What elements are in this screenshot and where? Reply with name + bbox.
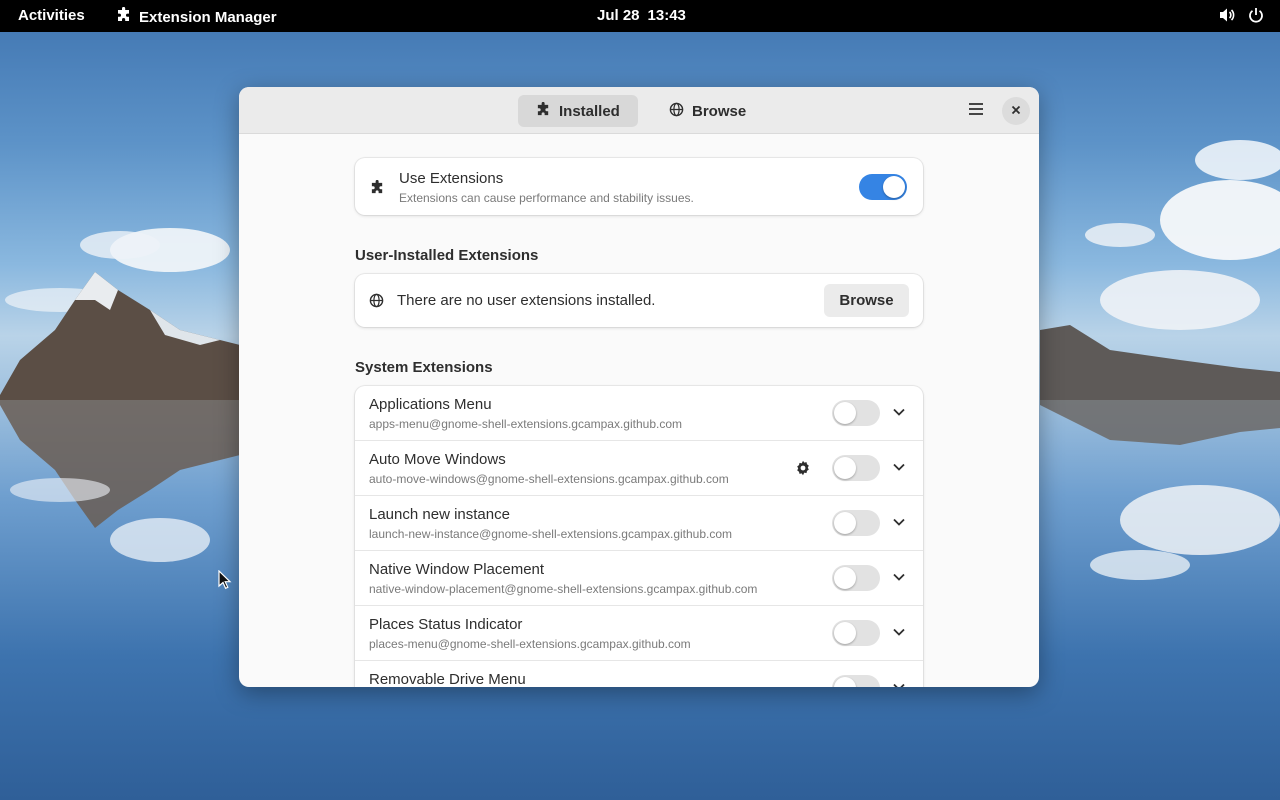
extension-toggle[interactable] bbox=[832, 455, 880, 481]
extension-uuid: native-window-placement@gnome-shell-exte… bbox=[369, 582, 758, 596]
gear-icon[interactable] bbox=[795, 460, 811, 481]
top-bar: Activities Extension Manager Jul 28 13:4… bbox=[0, 0, 1280, 32]
puzzle-icon bbox=[116, 6, 132, 27]
tab-installed-label: Installed bbox=[559, 102, 620, 120]
user-extensions-heading: User-Installed Extensions bbox=[355, 247, 539, 264]
use-extensions-switch[interactable] bbox=[859, 174, 907, 200]
chevron-down-icon[interactable] bbox=[892, 625, 906, 644]
no-user-extensions-text: There are no user extensions installed. bbox=[397, 292, 656, 309]
puzzle-icon bbox=[536, 101, 551, 121]
extension-name: Removable Drive Menu bbox=[369, 671, 526, 687]
clock[interactable]: Jul 28 13:43 bbox=[597, 7, 686, 24]
extension-row-launch-new-instance[interactable]: Launch new instance launch-new-instance@… bbox=[355, 496, 923, 551]
extension-name: Applications Menu bbox=[369, 396, 492, 413]
extension-uuid: apps-menu@gnome-shell-extensions.gcampax… bbox=[369, 417, 683, 431]
chevron-down-icon[interactable] bbox=[892, 570, 906, 589]
power-icon bbox=[1248, 7, 1264, 27]
tab-browse-label: Browse bbox=[692, 102, 747, 120]
switch-knob bbox=[834, 402, 856, 424]
switch-knob bbox=[834, 567, 856, 589]
extension-name: Auto Move Windows bbox=[369, 451, 506, 468]
chevron-down-icon[interactable] bbox=[892, 460, 906, 479]
app-menu-label: Extension Manager bbox=[139, 8, 277, 26]
extension-toggle[interactable] bbox=[832, 400, 880, 426]
extension-row-removable-drive-menu[interactable]: Removable Drive Menu bbox=[355, 661, 923, 687]
globe-icon bbox=[669, 102, 684, 121]
clock-date: Jul 28 bbox=[597, 7, 640, 24]
extension-toggle[interactable] bbox=[832, 510, 880, 536]
use-extensions-subtitle: Extensions can cause performance and sta… bbox=[399, 191, 694, 205]
app-menu[interactable]: Extension Manager bbox=[116, 6, 277, 27]
chevron-down-icon[interactable] bbox=[892, 405, 906, 424]
volume-icon bbox=[1218, 7, 1236, 27]
user-extensions-empty-row: There are no user extensions installed. … bbox=[355, 274, 923, 327]
system-extensions-heading: System Extensions bbox=[355, 359, 493, 376]
extension-name: Native Window Placement bbox=[369, 561, 545, 578]
switch-knob bbox=[834, 457, 856, 479]
extension-toggle[interactable] bbox=[832, 620, 880, 646]
tab-installed[interactable]: Installed bbox=[518, 95, 638, 127]
header-bar: Installed Browse bbox=[239, 87, 1039, 134]
extension-row-applications-menu[interactable]: Applications Menu apps-menu@gnome-shell-… bbox=[355, 386, 923, 441]
extension-manager-window: Installed Browse Use Extensions Extensio… bbox=[239, 87, 1039, 687]
extension-row-places-status-indicator[interactable]: Places Status Indicator places-menu@gnom… bbox=[355, 606, 923, 661]
system-menu[interactable] bbox=[1218, 7, 1264, 27]
main-menu-button[interactable] bbox=[962, 97, 990, 125]
extension-row-native-window-placement[interactable]: Native Window Placement native-window-pl… bbox=[355, 551, 923, 606]
tab-browse[interactable]: Browse bbox=[651, 95, 751, 127]
extension-toggle[interactable] bbox=[832, 565, 880, 591]
hamburger-icon bbox=[968, 102, 984, 121]
puzzle-icon bbox=[370, 179, 385, 200]
installed-page[interactable]: Use Extensions Extensions can cause perf… bbox=[239, 134, 1039, 687]
extension-toggle[interactable] bbox=[832, 675, 880, 687]
use-extensions-title: Use Extensions bbox=[399, 170, 504, 187]
extension-uuid: launch-new-instance@gnome-shell-extensio… bbox=[369, 527, 733, 541]
activities-button[interactable]: Activities bbox=[18, 7, 85, 24]
browse-button[interactable]: Browse bbox=[824, 284, 909, 317]
close-icon bbox=[1011, 102, 1021, 120]
mouse-pointer-icon bbox=[218, 569, 232, 595]
chevron-down-icon[interactable] bbox=[892, 680, 906, 687]
switch-knob bbox=[883, 176, 905, 198]
extension-uuid: places-menu@gnome-shell-extensions.gcamp… bbox=[369, 637, 691, 651]
use-extensions-row: Use Extensions Extensions can cause perf… bbox=[355, 158, 923, 215]
close-button[interactable] bbox=[1002, 97, 1030, 125]
switch-knob bbox=[834, 677, 856, 687]
chevron-down-icon[interactable] bbox=[892, 515, 906, 534]
extension-row-auto-move-windows[interactable]: Auto Move Windows auto-move-windows@gnom… bbox=[355, 441, 923, 496]
switch-knob bbox=[834, 512, 856, 534]
clock-time: 13:43 bbox=[647, 7, 686, 24]
extension-name: Launch new instance bbox=[369, 506, 510, 523]
system-extensions-list: Applications Menu apps-menu@gnome-shell-… bbox=[355, 386, 923, 687]
extension-uuid: auto-move-windows@gnome-shell-extensions… bbox=[369, 472, 729, 486]
globe-icon bbox=[369, 293, 384, 313]
extension-name: Places Status Indicator bbox=[369, 616, 523, 633]
switch-knob bbox=[834, 622, 856, 644]
